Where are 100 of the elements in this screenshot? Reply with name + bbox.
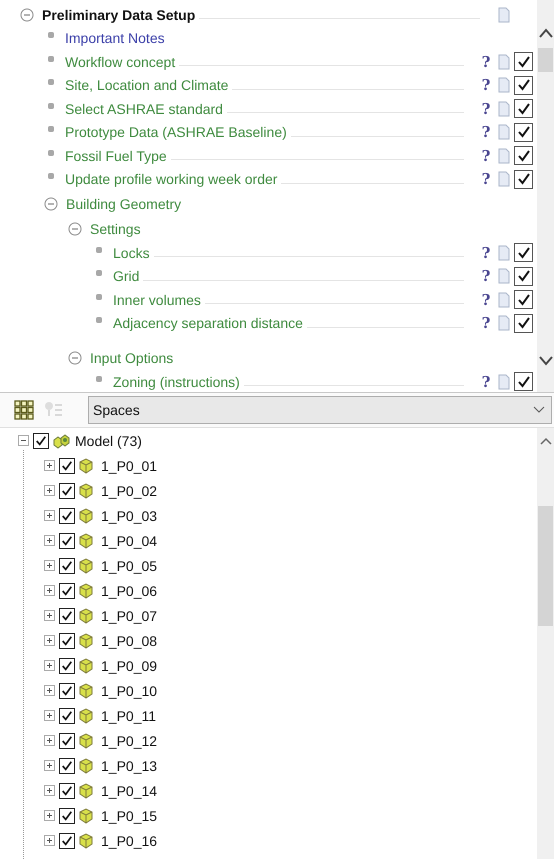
checkbox[interactable] [59, 832, 75, 848]
help-icon[interactable]: ? [478, 314, 494, 332]
expand-icon[interactable] [44, 710, 55, 721]
topic-label[interactable]: Grid [113, 268, 140, 284]
group-label[interactable]: Building Geometry [66, 196, 182, 212]
topic-label[interactable]: Fossil Fuel Type [65, 148, 167, 164]
expand-icon[interactable] [44, 510, 55, 521]
tree-item[interactable]: 1_P0_13 [101, 758, 158, 774]
scrollbar-thumb[interactable] [538, 48, 553, 72]
scroll-up-icon[interactable] [538, 28, 552, 38]
checkbox[interactable] [514, 314, 533, 333]
checkbox[interactable] [514, 372, 533, 392]
expand-icon[interactable] [44, 735, 55, 746]
tree-item[interactable]: 1_P0_08 [101, 632, 158, 648]
scroll-down-icon[interactable] [538, 356, 552, 366]
checkbox[interactable] [514, 76, 533, 95]
scrollbar-thumb[interactable] [538, 506, 553, 626]
checkbox[interactable] [514, 122, 533, 142]
checkbox[interactable] [59, 782, 75, 798]
help-icon[interactable]: ? [478, 52, 494, 71]
help-icon[interactable]: ? [478, 170, 494, 188]
checkbox[interactable] [59, 808, 75, 824]
expand-icon[interactable] [44, 685, 55, 696]
group-label[interactable]: Settings [90, 220, 141, 236]
collapse-icon[interactable] [68, 222, 82, 236]
help-icon[interactable]: ? [478, 100, 494, 118]
checkbox[interactable] [514, 266, 533, 286]
expand-icon[interactable] [44, 635, 55, 646]
collapse-icon[interactable] [20, 8, 34, 22]
topic-link[interactable]: Important Notes [65, 30, 165, 46]
help-icon[interactable]: ? [478, 372, 494, 391]
expand-icon[interactable] [44, 660, 55, 671]
tree-item[interactable]: 1_P0_09 [101, 658, 158, 674]
help-icon[interactable]: ? [478, 123, 494, 142]
expand-icon[interactable] [44, 585, 55, 596]
help-icon[interactable]: ? [478, 290, 494, 309]
tree-item[interactable]: 1_P0_04 [101, 532, 158, 548]
expand-icon[interactable] [44, 610, 55, 621]
collapse-icon[interactable] [68, 350, 82, 364]
scroll-up-icon[interactable] [538, 436, 552, 446]
tree-item[interactable]: 1_P0_07 [101, 608, 158, 624]
checkbox[interactable] [59, 632, 75, 648]
section-title[interactable]: Preliminary Data Setup [42, 6, 196, 23]
tree-item[interactable]: 1_P0_02 [101, 482, 158, 498]
topic-label[interactable]: Prototype Data (ASHRAE Baseline) [65, 124, 287, 140]
expand-icon[interactable] [44, 560, 55, 571]
checkbox[interactable] [59, 732, 75, 748]
tree-item[interactable]: Model (73) [75, 432, 142, 448]
topic-label[interactable]: Workflow concept [65, 54, 176, 70]
checkbox[interactable] [514, 170, 533, 189]
expand-icon[interactable] [44, 810, 55, 821]
checkbox[interactable] [59, 458, 75, 474]
topic-label[interactable]: Update profile working week order [65, 171, 278, 188]
collapse-icon[interactable] [44, 196, 58, 210]
checkbox[interactable] [59, 532, 75, 548]
checkbox[interactable] [59, 658, 75, 674]
checkbox[interactable] [59, 682, 75, 698]
checkbox[interactable] [33, 432, 49, 448]
checkbox[interactable] [59, 608, 75, 624]
collapse-icon[interactable] [18, 435, 29, 446]
tree-item[interactable]: 1_P0_14 [101, 782, 158, 798]
checkbox[interactable] [514, 99, 533, 118]
topic-label[interactable]: Select ASHRAE standard [65, 100, 223, 117]
checkbox[interactable] [59, 482, 75, 498]
tree-item[interactable]: 1_P0_15 [101, 808, 158, 824]
expand-icon[interactable] [44, 485, 55, 496]
checkbox[interactable] [59, 558, 75, 574]
tree-item[interactable]: 1_P0_03 [101, 508, 158, 524]
scrollbar[interactable] [537, 428, 554, 859]
view-dropdown[interactable]: Spaces [88, 396, 552, 424]
tree-item[interactable]: 1_P0_16 [101, 832, 158, 848]
topic-label[interactable]: Site, Location and Climate [65, 77, 228, 94]
checkbox[interactable] [59, 508, 75, 524]
scrollbar[interactable] [537, 0, 554, 392]
help-icon[interactable]: ? [478, 267, 494, 286]
checkbox[interactable] [59, 708, 75, 724]
expand-icon[interactable] [44, 835, 55, 846]
checkbox[interactable] [59, 582, 75, 598]
checkbox[interactable] [514, 146, 533, 166]
tree-item[interactable]: 1_P0_11 [101, 708, 156, 724]
grid-icon[interactable] [14, 400, 34, 420]
topic-label[interactable]: Inner volumes [113, 292, 201, 308]
topic-label[interactable]: Adjacency separation distance [113, 315, 303, 332]
expand-icon[interactable] [44, 535, 55, 546]
tree-item[interactable]: 1_P0_06 [101, 582, 158, 598]
tree-item[interactable]: 1_P0_12 [101, 732, 158, 748]
expand-icon[interactable] [44, 460, 55, 471]
topic-label[interactable]: Locks [113, 244, 150, 261]
checkbox[interactable] [514, 290, 533, 310]
help-icon[interactable]: ? [478, 76, 494, 94]
group-label[interactable]: Input Options [90, 350, 174, 366]
help-icon[interactable]: ? [478, 146, 494, 165]
checkbox[interactable] [59, 758, 75, 774]
tree-item[interactable]: 1_P0_01 [101, 458, 158, 474]
checkbox[interactable] [514, 52, 533, 72]
tree-item[interactable]: 1_P0_10 [101, 682, 158, 698]
tree-item[interactable]: 1_P0_05 [101, 558, 158, 574]
expand-icon[interactable] [44, 760, 55, 771]
expand-icon[interactable] [44, 785, 55, 796]
help-icon[interactable]: ? [478, 244, 494, 262]
